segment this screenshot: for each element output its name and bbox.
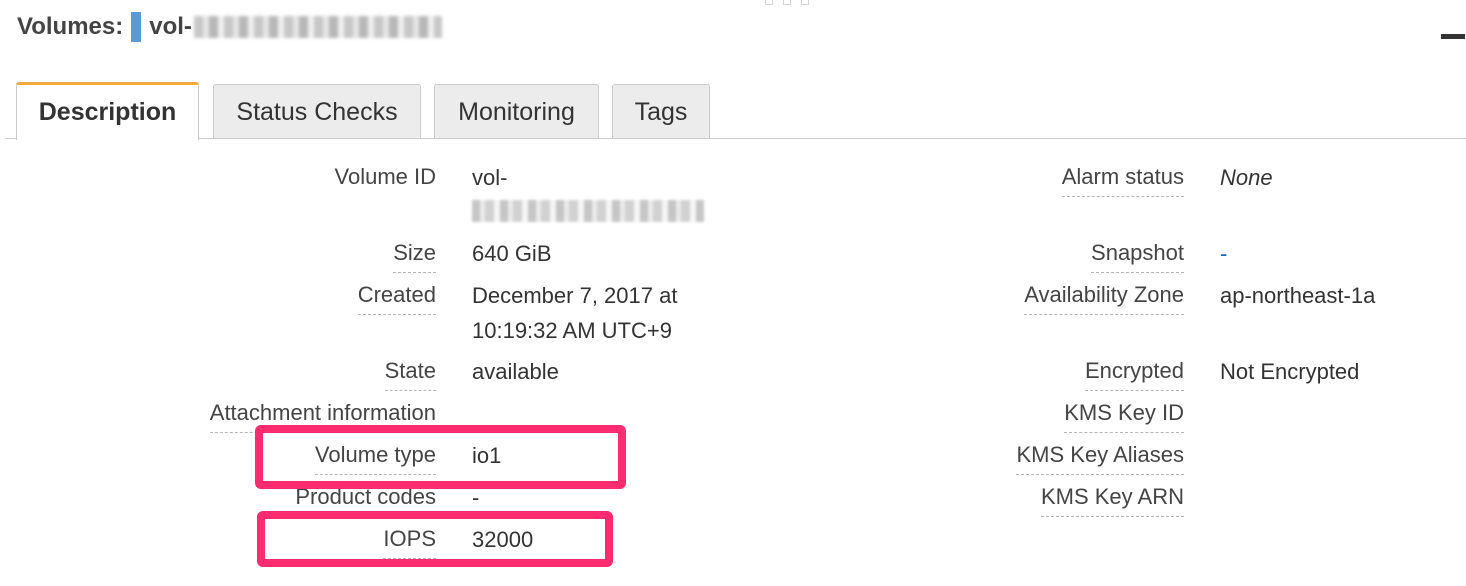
label-kms-key-aliases: KMS Key Aliases — [1016, 438, 1184, 475]
label-volume-id: Volume ID — [334, 164, 437, 189]
volume-color-tag — [131, 12, 142, 42]
resize-grip-icon[interactable] — [765, 0, 811, 6]
label-kms-key-id: KMS Key ID — [1064, 396, 1184, 433]
value-snapshot-link[interactable]: - — [1220, 236, 1227, 271]
maximize-icon[interactable] — [1441, 17, 1465, 39]
label-encrypted: Encrypted — [1084, 354, 1184, 391]
tab-monitoring[interactable]: Monitoring — [434, 84, 599, 139]
panel-title-label: Volumes: — [17, 13, 124, 40]
label-alarm-status: Alarm status — [1061, 160, 1184, 197]
value-alarm-status: None — [1220, 165, 1273, 190]
value-size: 640 GiB — [472, 241, 552, 266]
tab-divider — [5, 138, 1466, 139]
label-kms-key-arn: KMS Key ARN — [1040, 480, 1184, 517]
label-state: State — [384, 354, 436, 391]
highlight-volume-type — [255, 425, 626, 489]
volume-details-panel: Volumes: vol- Description Status Checks … — [0, 0, 1466, 586]
label-availability-zone: Availability Zone — [1024, 278, 1184, 315]
label-size: Size — [393, 236, 436, 273]
label-created: Created — [357, 278, 436, 315]
value-state: available — [472, 359, 559, 384]
value-volume-id: vol- — [472, 165, 508, 190]
volume-id-prefix: vol- — [149, 13, 192, 40]
highlight-iops — [257, 511, 613, 567]
tab-status-checks[interactable]: Status Checks — [213, 84, 421, 139]
redacted-volume-id — [193, 16, 442, 38]
label-snapshot: Snapshot — [1091, 236, 1184, 273]
tab-description[interactable]: Description — [16, 82, 199, 140]
value-encrypted: Not Encrypted — [1220, 359, 1360, 384]
panel-title: Volumes: vol- — [17, 10, 442, 44]
value-created-date: December 7, 2017 at — [472, 283, 678, 308]
tab-bar: Description Status Checks Monitoring Tag… — [0, 82, 1466, 140]
tab-tags[interactable]: Tags — [612, 84, 710, 139]
value-created-time: 10:19:32 AM UTC+9 — [472, 318, 672, 343]
value-availability-zone: ap-northeast-1a — [1220, 283, 1376, 308]
redacted-volume-id-value — [472, 200, 704, 222]
